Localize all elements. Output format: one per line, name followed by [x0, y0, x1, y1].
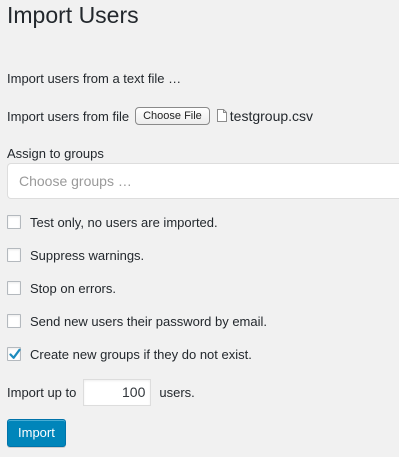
file-icon	[216, 108, 227, 122]
assign-groups-label: Assign to groups	[7, 146, 104, 161]
suppress-warnings-checkbox[interactable]	[7, 248, 21, 262]
option-label: Send new users their password by email.	[30, 313, 268, 329]
limit-prefix: Import up to	[7, 384, 77, 400]
limit-suffix: users.	[159, 384, 195, 400]
import-button[interactable]: Import	[7, 419, 66, 447]
file-import-label: Import users from file	[7, 108, 130, 124]
groups-select-input[interactable]	[7, 163, 399, 199]
intro-text: Import users from a text file …	[7, 71, 182, 86]
option-label: Stop on errors.	[30, 280, 116, 296]
send-password-checkbox[interactable]	[7, 314, 21, 328]
option-send-password[interactable]: Send new users their password by email.	[7, 313, 267, 329]
option-stop-on-errors[interactable]: Stop on errors.	[7, 280, 116, 296]
option-create-groups[interactable]: Create new groups if they do not exist.	[7, 346, 252, 362]
option-label: Test only, no users are imported.	[30, 214, 218, 230]
stop-on-errors-checkbox[interactable]	[7, 281, 21, 295]
test-only-checkbox[interactable]	[7, 215, 21, 229]
option-label: Suppress warnings.	[30, 247, 145, 263]
import-limit-row: Import up to users.	[7, 378, 195, 406]
option-suppress-warnings[interactable]: Suppress warnings.	[7, 247, 144, 263]
import-limit-input[interactable]	[83, 378, 152, 406]
file-import-row: Import users from file Choose File testg…	[7, 106, 313, 126]
checkmark-icon	[9, 348, 21, 359]
option-test-only[interactable]: Test only, no users are imported.	[7, 214, 218, 230]
create-groups-checkbox[interactable]	[7, 347, 21, 361]
selected-file-name: testgroup.csv	[229, 108, 314, 124]
page-title: Import Users	[7, 2, 139, 28]
option-label: Create new groups if they do not exist.	[30, 346, 252, 362]
choose-file-button[interactable]: Choose File	[135, 107, 210, 125]
